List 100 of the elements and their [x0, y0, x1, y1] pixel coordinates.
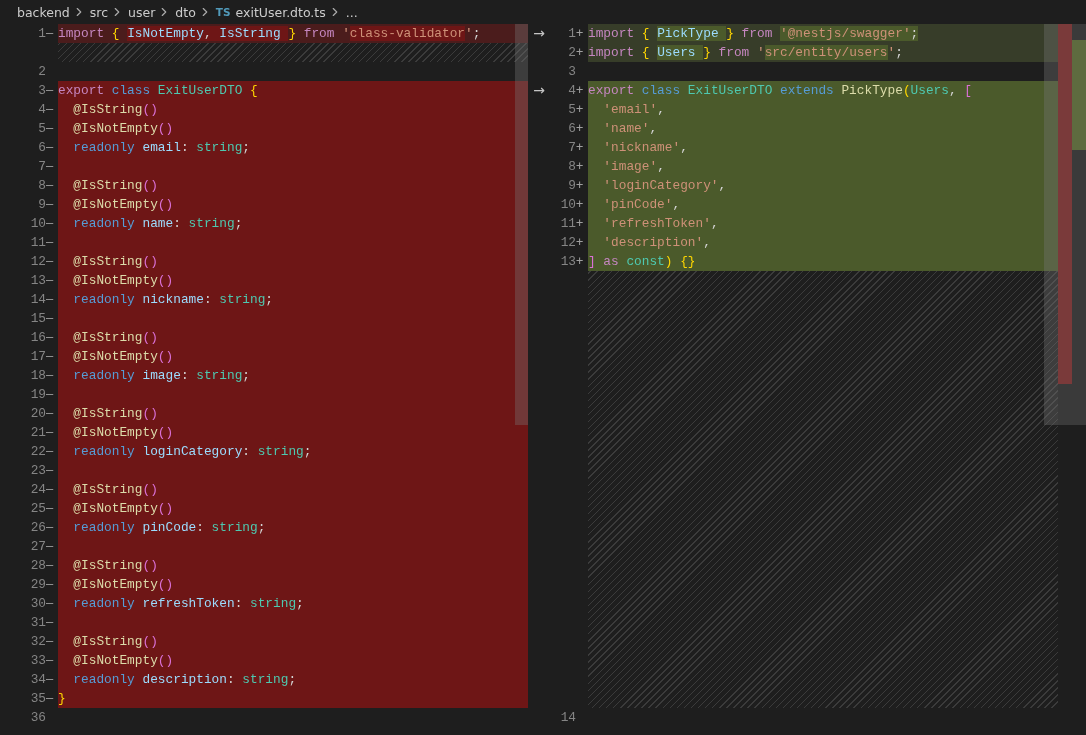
- diff-marker: —: [46, 215, 54, 232]
- line-number: 8: [38, 177, 46, 195]
- breadcrumb-item[interactable]: exitUser.dto.ts: [235, 4, 326, 20]
- line-number: 12: [30, 253, 46, 271]
- line-number: 34: [30, 671, 46, 689]
- line-number: 20: [30, 405, 46, 423]
- line-number: 12: [560, 234, 576, 252]
- diff-marker: —: [46, 196, 54, 213]
- diff-marker: +: [576, 120, 584, 137]
- line-number: 32: [30, 633, 46, 651]
- diff-marker: —: [46, 158, 54, 175]
- line-number: 9: [568, 177, 576, 195]
- line-number: 3: [38, 82, 46, 100]
- line-number: 24: [30, 481, 46, 499]
- diff-marker: —: [46, 671, 54, 688]
- diff-marker: —: [46, 633, 54, 650]
- line-number: 4: [568, 82, 576, 100]
- breadcrumb-item[interactable]: src: [89, 4, 109, 20]
- line-number: 5: [38, 120, 46, 138]
- diff-marker: —: [46, 557, 54, 574]
- line-number: 30: [30, 595, 46, 613]
- diff-marker: —: [46, 101, 54, 118]
- line-number: 14: [560, 709, 576, 727]
- line-number: 31: [30, 614, 46, 632]
- diff-marker: +: [576, 101, 584, 118]
- typescript-file-icon: TS: [215, 6, 231, 18]
- diff-marker: —: [46, 348, 54, 365]
- scrollbar-thumb[interactable]: [1044, 24, 1058, 425]
- diff-marker: —: [46, 120, 54, 137]
- line-number: 7: [38, 158, 46, 176]
- diff-marker: —: [46, 25, 54, 42]
- diff-marker: —: [46, 386, 54, 403]
- line-number: 8: [568, 158, 576, 176]
- diff-marker: +: [576, 177, 584, 194]
- line-number: 35: [30, 690, 46, 708]
- breadcrumb-item[interactable]: user: [128, 4, 156, 20]
- diff-marker: —: [46, 139, 54, 156]
- line-number: 1: [38, 25, 46, 43]
- diff-marker: —: [46, 272, 54, 289]
- diff-marker: —: [46, 424, 54, 441]
- line-number: 6: [38, 139, 46, 157]
- line-number: 10: [30, 215, 46, 233]
- diff-marker: +: [576, 44, 584, 61]
- line-number: 3: [568, 63, 576, 81]
- breadcrumb-item[interactable]: dto: [175, 4, 196, 20]
- breadcrumb-item[interactable]: backend: [17, 4, 70, 20]
- line-number: 11: [560, 215, 576, 233]
- diff-marker: —: [46, 253, 54, 270]
- diff-marker: —: [46, 329, 54, 346]
- diff-marker: +: [576, 253, 584, 270]
- line-number: 10: [560, 196, 576, 214]
- diff-marker: —: [46, 310, 54, 327]
- diff-marker: +: [576, 234, 584, 251]
- diff-marker: —: [46, 481, 54, 498]
- diff-marker: —: [46, 291, 54, 308]
- diff-marker: —: [46, 614, 54, 631]
- diff-marker: —: [46, 519, 54, 536]
- line-number: 18: [30, 367, 46, 385]
- line-number: 25: [30, 500, 46, 518]
- diff-marker: +: [576, 215, 584, 232]
- diff-marker: —: [46, 177, 54, 194]
- line-number: 27: [30, 538, 46, 556]
- line-number: 36: [30, 709, 46, 727]
- line-number: 9: [38, 196, 46, 214]
- line-number: 28: [30, 557, 46, 575]
- diff-marker: —: [46, 576, 54, 593]
- line-number: 5: [568, 101, 576, 119]
- line-number: 2: [568, 44, 576, 62]
- line-number: 33: [30, 652, 46, 670]
- line-number: 4: [38, 101, 46, 119]
- diff-marker: —: [46, 405, 54, 422]
- diff-marker: —: [46, 652, 54, 669]
- diff-marker: —: [46, 367, 54, 384]
- line-number: 22: [30, 443, 46, 461]
- revert-arrow[interactable]: →: [533, 24, 545, 43]
- line-number: 16: [30, 329, 46, 347]
- diff-marker: —: [46, 595, 54, 612]
- diff-marker: +: [576, 82, 584, 99]
- line-number: 7: [568, 139, 576, 157]
- revert-arrow[interactable]: →: [533, 81, 545, 100]
- diff-marker: —: [46, 443, 54, 460]
- line-number: 13: [30, 272, 46, 290]
- diff-marker: +: [576, 196, 584, 213]
- line-number: 2: [38, 63, 46, 81]
- line-number: 19: [30, 386, 46, 404]
- breadcrumb-item[interactable]: ...: [345, 4, 358, 20]
- diff-marker: —: [46, 690, 54, 707]
- line-number: 11: [30, 234, 46, 252]
- diff-marker: —: [46, 234, 54, 251]
- line-number: 23: [30, 462, 46, 480]
- line-number: 26: [30, 519, 46, 537]
- line-number: 1: [568, 25, 576, 43]
- line-number: 14: [30, 291, 46, 309]
- line-number: 17: [30, 348, 46, 366]
- diff-marker: —: [46, 82, 54, 99]
- scrollbar-thumb[interactable]: [515, 24, 528, 425]
- diff-marker: +: [576, 158, 584, 175]
- diff-marker: +: [576, 139, 584, 156]
- diff-marker: +: [576, 25, 584, 42]
- diff-marker: —: [46, 500, 54, 517]
